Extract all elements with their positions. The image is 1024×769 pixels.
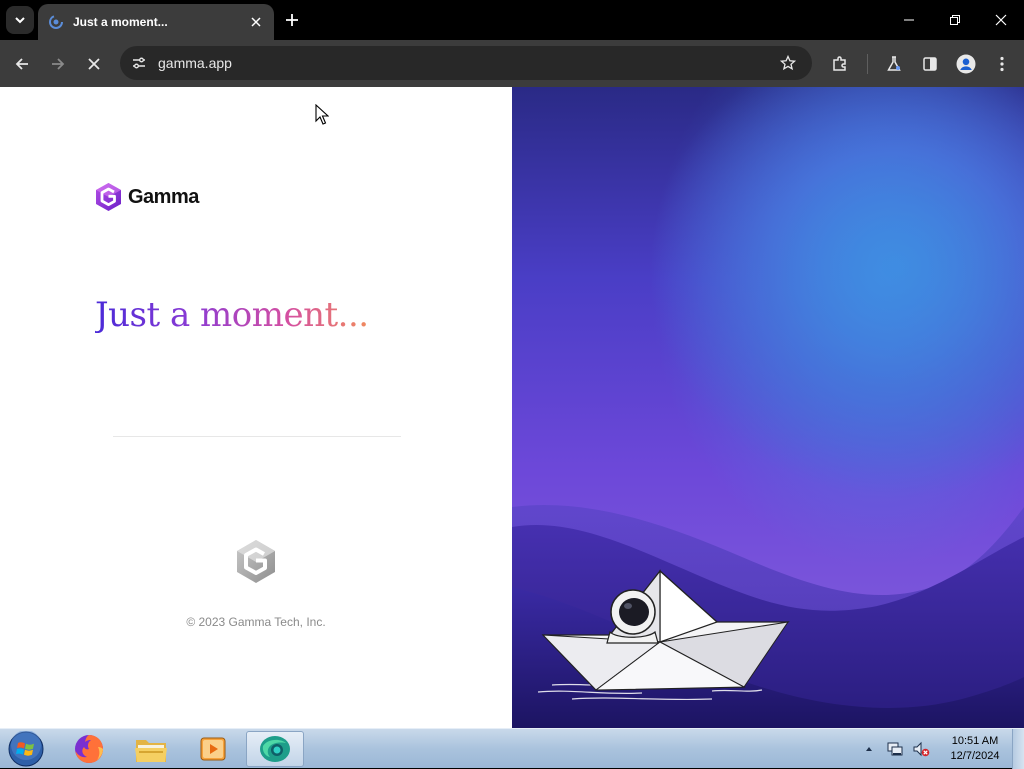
bookmark-button[interactable]: [778, 53, 798, 73]
close-window-button[interactable]: [978, 0, 1024, 40]
taskbar-media-player[interactable]: [184, 731, 242, 767]
firefox-icon: [75, 735, 103, 763]
copyright-text: © 2023 Gamma Tech, Inc.: [186, 615, 326, 629]
close-icon: [251, 17, 261, 27]
divider: [113, 436, 401, 437]
tab-search-button[interactable]: [6, 6, 34, 34]
volume-muted-icon: [913, 741, 930, 757]
landscape-illustration: [512, 87, 1024, 728]
browser-icon: [260, 736, 290, 762]
minimize-button[interactable]: [886, 0, 932, 40]
page-content: Gamma Just a moment... © 2023 Gamma Tech…: [0, 87, 1024, 728]
show-hidden-icons-button[interactable]: [858, 738, 880, 760]
taskbar-firefox[interactable]: [60, 731, 118, 767]
toolbar-divider: [867, 54, 868, 74]
system-tray: 10:51 AM 12/7/2024: [856, 729, 1008, 769]
extensions-button[interactable]: [824, 48, 856, 80]
chevron-down-icon: [15, 17, 25, 24]
chevron-up-icon: [866, 747, 872, 751]
address-bar[interactable]: gamma.app: [120, 46, 812, 80]
back-button[interactable]: [6, 48, 38, 80]
tab-active[interactable]: Just a moment...: [38, 4, 274, 40]
hero-illustration: [512, 87, 1024, 728]
taskbar-browser[interactable]: [246, 731, 304, 767]
start-button[interactable]: [6, 731, 46, 767]
puzzle-icon: [833, 56, 846, 71]
more-vertical-icon: [1000, 56, 1004, 72]
profile-button[interactable]: [950, 48, 982, 80]
menu-button[interactable]: [986, 48, 1018, 80]
brand-name: Gamma: [128, 185, 199, 208]
arrow-right-icon: [52, 58, 65, 70]
browser-titlebar: Just a moment...: [0, 0, 1024, 40]
flask-icon: [887, 56, 901, 71]
arrow-left-icon: [15, 58, 28, 70]
show-desktop-button[interactable]: [1012, 729, 1024, 769]
tab-title: Just a moment...: [73, 15, 168, 29]
plus-icon: [286, 14, 298, 26]
minimize-icon: [904, 19, 914, 21]
close-icon: [995, 14, 1007, 26]
avatar-icon: [956, 54, 976, 74]
gamma-logo-icon: [96, 183, 121, 211]
network-icon: [887, 742, 903, 756]
stop-loading-button[interactable]: [78, 48, 110, 80]
mouse-cursor-icon: [315, 104, 329, 125]
gamma-footer-logo-icon: [234, 538, 278, 589]
new-tab-button[interactable]: [280, 8, 304, 32]
tab-close-button[interactable]: [248, 14, 264, 30]
close-icon: [88, 58, 100, 70]
restore-button[interactable]: [932, 0, 978, 40]
network-tray-button[interactable]: [884, 738, 906, 760]
taskbar-file-explorer[interactable]: [122, 731, 180, 767]
side-panel-button[interactable]: [914, 48, 946, 80]
labs-button[interactable]: [878, 48, 910, 80]
gamma-logo[interactable]: Gamma: [95, 182, 199, 212]
volume-tray-button[interactable]: [910, 738, 932, 760]
media-player-icon: [200, 737, 226, 761]
browser-toolbar: gamma.app: [0, 40, 1024, 87]
taskbar: 10:51 AM 12/7/2024: [0, 728, 1024, 769]
clock[interactable]: 10:51 AM 12/7/2024: [942, 734, 1008, 764]
clock-date: 12/7/2024: [950, 750, 1000, 762]
tune-icon: [133, 57, 145, 69]
side-panel-icon: [923, 57, 937, 71]
url-text[interactable]: gamma.app: [158, 55, 778, 71]
forward-button[interactable]: [42, 48, 74, 80]
left-panel: Gamma Just a moment... © 2023 Gamma Tech…: [0, 87, 512, 728]
windows-logo-icon: [8, 731, 44, 767]
page-heading: Just a moment...: [95, 295, 369, 335]
clock-time: 10:51 AM: [951, 735, 999, 747]
loading-spinner-icon: [49, 15, 63, 29]
site-info-button[interactable]: [129, 53, 149, 73]
star-icon: [780, 55, 796, 71]
restore-icon: [950, 15, 960, 25]
file-explorer-icon: [135, 740, 167, 762]
